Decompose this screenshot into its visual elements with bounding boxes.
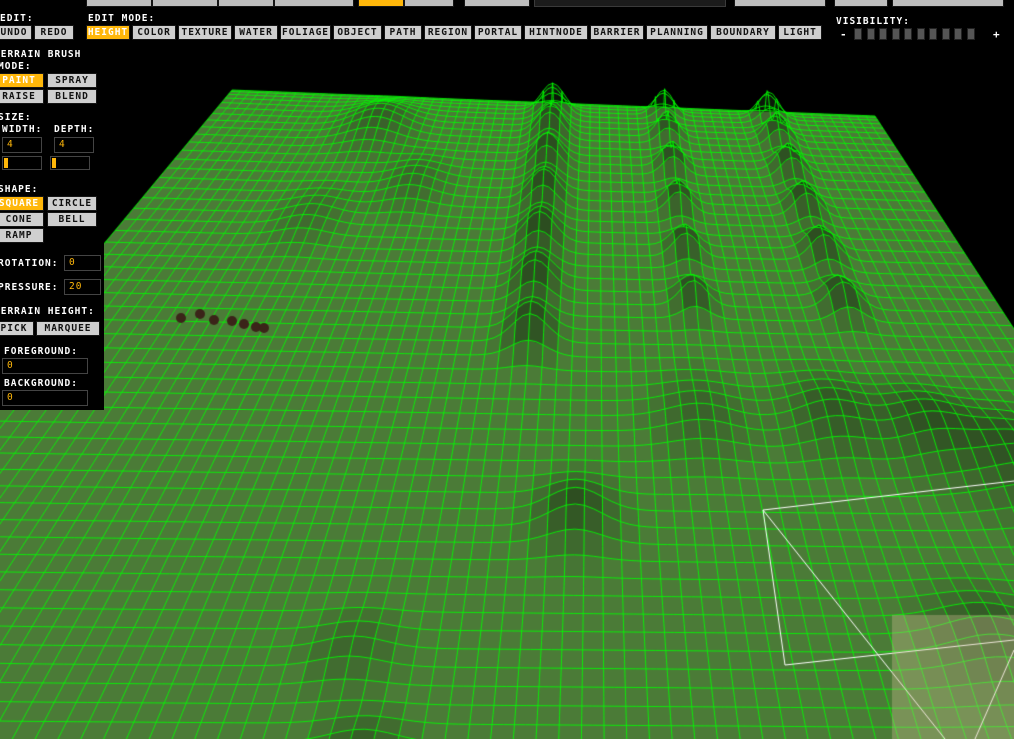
edit-mode-tab-object[interactable]: OBJECT bbox=[333, 25, 382, 40]
camera-button[interactable] bbox=[892, 0, 1004, 7]
tab-regions[interactable] bbox=[86, 0, 152, 7]
edit-mode-tab-texture[interactable]: TEXTURE bbox=[178, 25, 232, 40]
visibility-minus-button[interactable]: - bbox=[840, 28, 848, 41]
depth-input[interactable]: 4 bbox=[54, 137, 94, 153]
shape-cone-button[interactable]: CONE bbox=[0, 212, 44, 227]
visibility-plus-button[interactable]: + bbox=[993, 28, 1001, 41]
edit-mode-tab-hintnode[interactable]: HINTNODE bbox=[524, 25, 588, 40]
terrain-brush-title: TERRAIN BRUSH bbox=[0, 49, 82, 60]
edit-mode-tab-portal[interactable]: PORTAL bbox=[474, 25, 522, 40]
visibility-segment[interactable] bbox=[954, 28, 962, 40]
redo-button[interactable]: REDO bbox=[34, 25, 74, 40]
terrain-brush-panel: TERRAIN BRUSH MODE: PAINT SPRAY RAISE BL… bbox=[0, 46, 104, 410]
visibility-segment[interactable] bbox=[866, 28, 875, 40]
foreground-label: FOREGROUND: bbox=[4, 346, 78, 357]
visibility-segment[interactable] bbox=[854, 28, 862, 40]
shape-square-button[interactable]: SQUARE bbox=[0, 196, 44, 211]
visibility-segment[interactable] bbox=[941, 28, 950, 40]
terrain-height-label: TERRAIN HEIGHT: bbox=[0, 306, 95, 317]
view-mode-color[interactable] bbox=[404, 0, 454, 7]
visibility-segment[interactable] bbox=[966, 28, 975, 40]
slider-knob[interactable] bbox=[52, 158, 56, 168]
mode-raise-button[interactable]: RAISE bbox=[0, 89, 44, 104]
shape-label: SHAPE: bbox=[0, 184, 39, 195]
width-label: WIDTH: bbox=[2, 124, 43, 135]
pick-button[interactable]: PICK bbox=[0, 321, 34, 336]
visibility-segment[interactable] bbox=[916, 28, 925, 40]
edit-mode-tab-light[interactable]: LIGHT bbox=[778, 25, 822, 40]
edit-mode-tab-water[interactable]: WATER bbox=[234, 25, 278, 40]
mode-spray-button[interactable]: SPRAY bbox=[47, 73, 97, 88]
tab-plans[interactable] bbox=[218, 0, 274, 7]
pressure-input[interactable]: 20 bbox=[64, 279, 101, 295]
visibility-segment[interactable] bbox=[891, 28, 900, 40]
tab-boundary[interactable] bbox=[274, 0, 354, 7]
shape-ramp-button[interactable]: RAMP bbox=[0, 228, 44, 243]
pressure-label: PRESSURE: bbox=[0, 282, 59, 293]
top-toolbar: EDIT: UNDO REDO EDIT MODE: HEIGHT COLOR TE… bbox=[0, 0, 1014, 46]
shape-bell-button[interactable]: BELL bbox=[47, 212, 97, 227]
background-input[interactable]: 0 bbox=[2, 390, 88, 406]
terrain-wireframe-view[interactable] bbox=[0, 0, 1014, 739]
edit-mode-tab-height[interactable]: HEIGHT bbox=[86, 25, 130, 40]
shape-circle-button[interactable]: CIRCLE bbox=[47, 196, 97, 211]
mode-label: MODE: bbox=[0, 61, 32, 72]
edit-label: EDIT: bbox=[0, 13, 34, 24]
edit-mode-tab-color[interactable]: COLOR bbox=[132, 25, 176, 40]
visibility-label: VISIBILITY: bbox=[836, 16, 910, 27]
marquee-button[interactable]: MARQUEE bbox=[36, 321, 100, 336]
slider-knob[interactable] bbox=[4, 158, 8, 168]
edit-mode-tab-barrier[interactable]: BARRIER bbox=[590, 25, 644, 40]
visibility-segment[interactable] bbox=[929, 28, 937, 40]
undo-button[interactable]: UNDO bbox=[0, 25, 32, 40]
mode-blend-button[interactable]: BLEND bbox=[47, 89, 97, 104]
background-label: BACKGROUND: bbox=[4, 378, 78, 389]
depth-slider[interactable] bbox=[50, 156, 90, 170]
width-input[interactable]: 4 bbox=[2, 137, 42, 153]
edit-mode-tab-path[interactable]: PATH bbox=[384, 25, 422, 40]
rotation-input[interactable]: 0 bbox=[64, 255, 101, 271]
top-strip-box[interactable] bbox=[464, 0, 530, 7]
terrain-viewport[interactable] bbox=[0, 0, 1014, 739]
mode-paint-button[interactable]: PAINT bbox=[0, 73, 44, 88]
foreground-input[interactable]: 0 bbox=[2, 358, 88, 374]
size-label: SIZE: bbox=[0, 112, 32, 123]
edit-mode-tab-foliage[interactable]: FOLIAGE bbox=[280, 25, 331, 40]
width-slider[interactable] bbox=[2, 156, 42, 170]
view-mode-wire[interactable] bbox=[358, 0, 404, 7]
depth-label: DEPTH: bbox=[54, 124, 95, 135]
tab-barriers[interactable] bbox=[152, 0, 218, 7]
visibility-segment[interactable] bbox=[879, 28, 887, 40]
visibility-segment[interactable] bbox=[904, 28, 912, 40]
top-strip-box[interactable] bbox=[734, 0, 826, 7]
top-strip-field[interactable] bbox=[534, 0, 726, 7]
edit-mode-tab-region[interactable]: REGION bbox=[424, 25, 472, 40]
rotation-label: ROTATION: bbox=[0, 258, 59, 269]
top-strip-box[interactable] bbox=[834, 0, 888, 7]
edit-mode-tab-planning[interactable]: PLANNING bbox=[646, 25, 708, 40]
edit-mode-tab-boundary[interactable]: BOUNDARY bbox=[710, 25, 776, 40]
edit-mode-label: EDIT MODE: bbox=[88, 13, 156, 24]
